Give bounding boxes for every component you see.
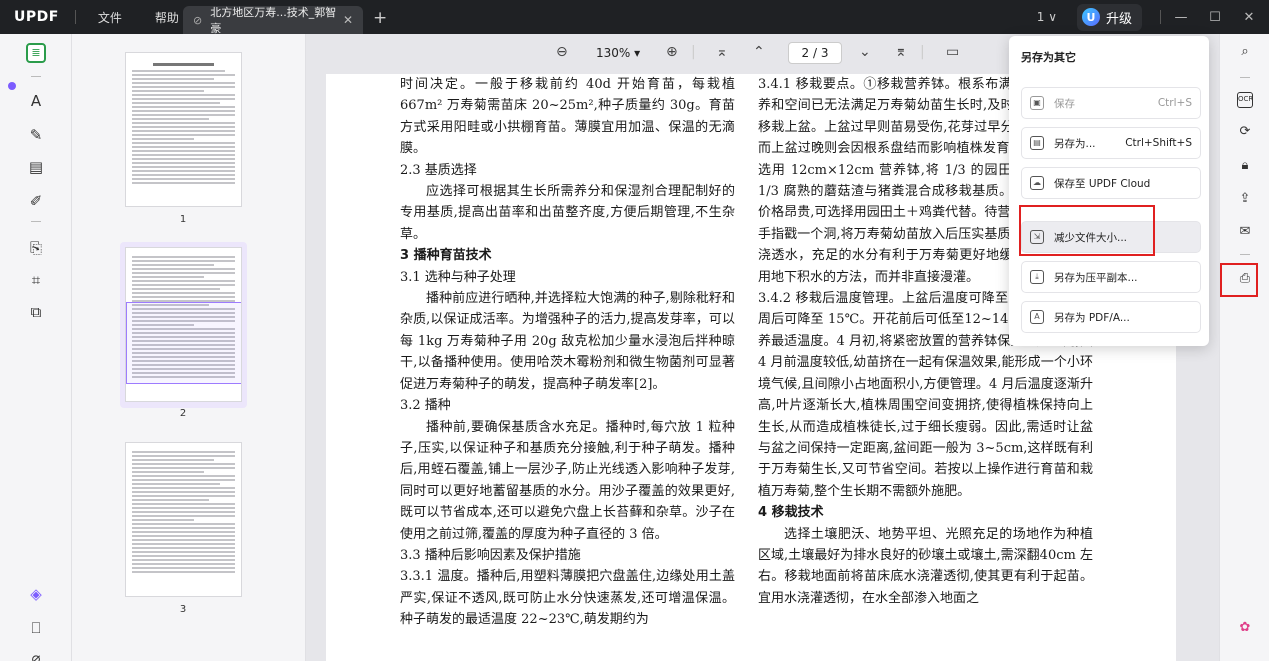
paragraph: 4 移栽技术 <box>758 505 824 521</box>
protect-icon[interactable]: 🔒︎ <box>1237 158 1253 174</box>
thumbnail-page-selected[interactable] <box>125 247 242 402</box>
menu-item-label: 保存 <box>1054 97 1075 110</box>
fill-sign-icon[interactable]: ✐ <box>26 191 46 211</box>
prev-page-icon[interactable]: ⌃ <box>753 44 765 60</box>
document-icon: ⊘ <box>193 13 203 27</box>
convert-icon[interactable]: ⟳ <box>1237 124 1253 140</box>
upgrade-label: 升级 <box>1105 11 1132 27</box>
menu-item-label: 另存为压平副本... <box>1054 271 1138 284</box>
thumbnail-page[interactable] <box>125 442 242 597</box>
reader-mode-icon[interactable]: ≣ <box>26 43 46 63</box>
present-icon[interactable]: ▭ <box>946 44 959 60</box>
paragraph: 应选择可根据其生长所需养分和保湿剂合理配制好的专用基质,提高出苗率和出苗整齐度,… <box>400 184 735 242</box>
zoom-select[interactable]: 130% ▾ <box>596 46 640 60</box>
page-number: 2 <box>179 408 187 419</box>
organize-pages-icon[interactable]: ⎘ <box>26 238 46 258</box>
tab-title: 北方地区万寿...技术_郭智豪 <box>210 6 337 35</box>
shortcut-label: Ctrl+S <box>1157 97 1192 109</box>
thumbnail-panel: 1 2 3 <box>72 34 306 661</box>
menu-item[interactable]: A 另存为 PDF/A... <box>1021 301 1201 333</box>
menu-item[interactable]: ⤓ 另存为压平副本... <box>1021 261 1201 293</box>
share-icon[interactable]: ⇪ <box>1237 191 1253 207</box>
menu-item: ▣ 保存 Ctrl+S <box>1021 87 1201 119</box>
menu-item-label: 保存至 UPDF Cloud <box>1054 177 1151 190</box>
highlight-box <box>1220 263 1258 297</box>
save-as-menu: 另存为其它 ▣ 保存 Ctrl+S ▤ 另存为... Ctrl+Shift+S ☁ 保存至 U… <box>1009 36 1209 346</box>
divider <box>1160 10 1161 24</box>
page-input[interactable]: 2 / 3 <box>788 42 842 64</box>
window-count[interactable]: 1 ∨ <box>1037 10 1057 24</box>
upgrade-button[interactable]: U 升级 <box>1076 3 1142 31</box>
paragraph: 3.1 选种与种子处理 <box>400 269 516 285</box>
divider <box>31 221 41 222</box>
last-page-icon[interactable]: ⌆ <box>895 44 907 60</box>
first-page-icon[interactable]: ⌅ <box>716 44 728 60</box>
divider: | <box>691 44 696 60</box>
next-page-icon[interactable]: ⌄ <box>859 44 871 60</box>
save-as-icon: ▤ <box>1030 136 1044 150</box>
document-tab[interactable]: ⊘ 北方地区万寿...技术_郭智豪 ✕ <box>183 6 363 35</box>
edit-pdf-icon[interactable]: ✎ <box>26 125 46 145</box>
flatten-icon: ⤓ <box>1030 270 1044 284</box>
attachment-icon[interactable]: ⌀ <box>26 648 46 661</box>
menu-item-label: 另存为... <box>1054 137 1096 150</box>
maximize-icon[interactable]: ☐ <box>1201 10 1229 25</box>
ai-assistant-icon[interactable]: ✿ <box>1237 620 1253 636</box>
email-icon[interactable]: ✉ <box>1237 224 1253 240</box>
menu-item-label: 另存为 PDF/A... <box>1054 311 1130 324</box>
paragraph: 播种前应进行晒种,并选择粒大饱满的种子,剔除秕籽和杂质,以保证成活率。为增强种子… <box>400 291 735 392</box>
zoom-in-icon[interactable]: ⊕ <box>666 44 678 60</box>
text-column-left: 时间决定。一般于移栽前约 40d 开始育苗，每栽植667m² 万寿菊需苗床 20… <box>400 74 735 631</box>
indicator-dot <box>8 82 16 90</box>
paragraph: 3.2 播种 <box>400 398 451 414</box>
page-number: 3 <box>179 604 187 615</box>
paragraph: 播种前,要确保基质含水充足。播种时,每穴放 1 粒种子,压实,以保证种子和基质充… <box>400 419 735 542</box>
avatar: U <box>1081 8 1100 26</box>
search-icon[interactable]: ⌕ <box>1237 44 1253 60</box>
close-tab-icon[interactable]: ✕ <box>343 13 353 27</box>
form-icon[interactable]: ▤ <box>26 157 46 177</box>
shortcut-label: Ctrl+Shift+S <box>1125 137 1192 149</box>
divider <box>1240 77 1250 78</box>
paragraph: 2.3 基质选择 <box>400 162 477 178</box>
divider: | <box>920 44 925 60</box>
divider <box>1240 254 1250 255</box>
batch-icon[interactable]: ⧉ <box>26 302 46 322</box>
pdfa-icon: A <box>1030 310 1044 324</box>
comment-icon[interactable]: A <box>26 91 46 111</box>
minimize-icon[interactable]: — <box>1167 10 1195 25</box>
page-number: 1 <box>179 214 187 225</box>
close-window-icon[interactable]: ✕ <box>1235 10 1263 25</box>
menu-title: 另存为其它 <box>1021 51 1076 64</box>
thumbnail-page[interactable] <box>125 52 242 207</box>
viewport-indicator[interactable] <box>126 302 241 384</box>
menu-item[interactable]: ☁ 保存至 UPDF Cloud <box>1021 167 1201 199</box>
ocr-icon[interactable]: OCR <box>1237 92 1253 108</box>
new-tab-icon[interactable]: + <box>373 8 387 28</box>
zoom-out-icon[interactable]: ⊖ <box>556 44 568 60</box>
paragraph: 3 播种育苗技术 <box>400 248 492 264</box>
divider <box>31 76 41 77</box>
save-icon: ▣ <box>1030 96 1044 110</box>
bookmark-icon[interactable]: ⎕ <box>26 618 46 638</box>
highlight-box <box>1019 205 1155 256</box>
paragraph: 选择土壤肥沃、地势平坦、光照充足的场地作为种植区域,土壤最好为排水良好的砂壤土或… <box>758 526 1093 606</box>
left-tool-rail: ≣ A ✎ ▤ ✐ ⎘ ⌗ ⧉ ◈ ⎕ ⌀ <box>0 34 72 661</box>
divider <box>74 10 76 24</box>
cloud-icon: ☁ <box>1030 176 1044 190</box>
menu-help[interactable]: 帮助 <box>155 9 179 26</box>
layers-icon[interactable]: ◈ <box>26 584 46 604</box>
right-tool-rail: ⌕ OCR ⟳ 🔒︎ ⇪ ✉ ⎙ ✿ <box>1219 34 1269 661</box>
menu-file[interactable]: 文件 <box>98 9 122 26</box>
app-logo: UPDF <box>14 9 59 25</box>
crop-icon[interactable]: ⌗ <box>26 270 46 290</box>
paragraph: 时间决定。一般于移栽前约 40d 开始育苗，每栽植667m² 万寿菊需苗床 20… <box>400 77 735 157</box>
paragraph: 3.3.1 温度。播种后,用塑料薄膜把穴盘盖住,边缘处用土盖严实,保证不透风,既… <box>400 569 735 628</box>
menu-item[interactable]: ▤ 另存为... Ctrl+Shift+S <box>1021 127 1201 159</box>
paragraph: 3.3 播种后影响因素及保护措施 <box>400 547 581 563</box>
